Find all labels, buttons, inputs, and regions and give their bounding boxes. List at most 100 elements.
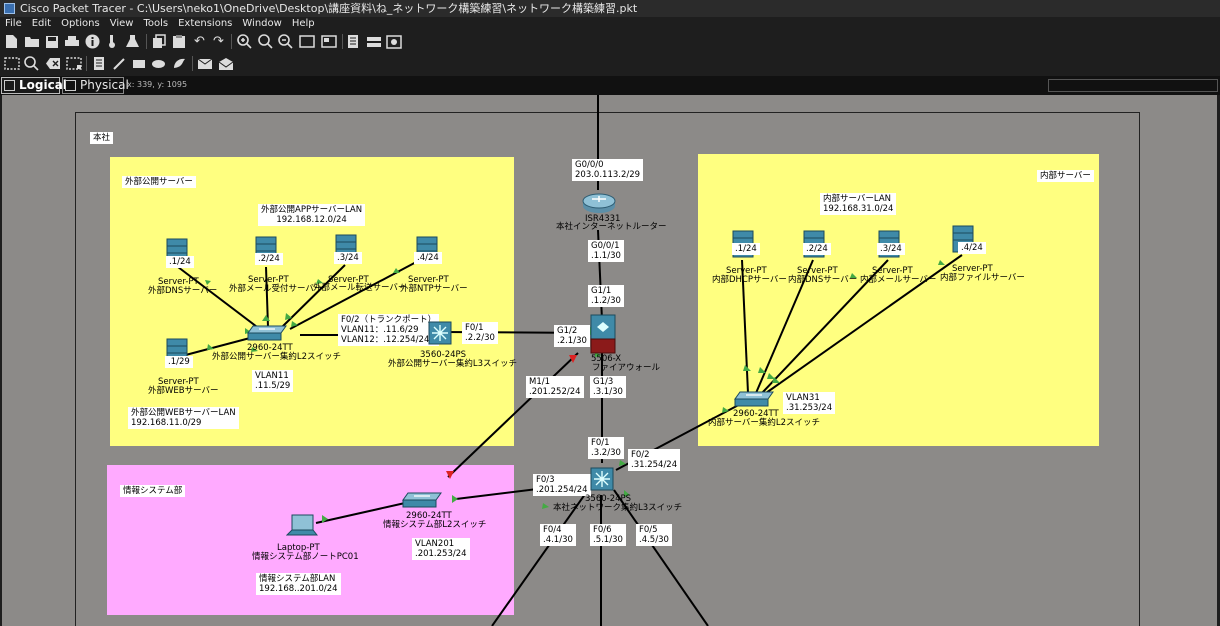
info-icon[interactable] — [84, 33, 101, 50]
router-name: 本社インターネットルーター — [556, 222, 667, 232]
menu-file[interactable]: File — [0, 17, 27, 31]
cursor-coordinates: x: 339, y: 1095 — [127, 80, 188, 89]
drawing-palette-icon[interactable] — [298, 33, 315, 50]
complex-pdu-icon[interactable] — [217, 55, 234, 72]
ext-app-lan-label: 外部公開APPサーバーLAN 192.168.12.0/24 — [258, 204, 366, 226]
logical-icon — [4, 80, 15, 91]
firewall-port-g12: G1/2.2.1/30 — [554, 325, 590, 347]
rectangle-icon[interactable] — [130, 55, 147, 72]
menu-options[interactable]: Options — [56, 17, 105, 31]
zoom-out-icon[interactable] — [277, 33, 294, 50]
new-file-icon[interactable] — [3, 33, 20, 50]
int-l2-vlan: VLAN31.31.253/24 — [783, 392, 836, 414]
logical-workspace[interactable]: 本社 外部公開サーバー 内部サーバー 情報システム部 G0/0/0 203.0.… — [0, 95, 1220, 626]
packet-tracer-icon — [4, 3, 15, 14]
tab-physical-label: Physical — [80, 78, 129, 92]
ext-mail-recv-ip: .2/24 — [255, 253, 283, 265]
menu-tools[interactable]: Tools — [138, 17, 173, 31]
core-port-f02: F0/2.31.254/24 — [628, 449, 681, 471]
menu-bar: File Edit Options View Tools Extensions Window… — [0, 17, 1220, 31]
workspace-mode-bar: Logical Physical x: 339, y: 1095 — [0, 76, 1220, 95]
router-port-g001: G0/0/1.1.1/30 — [588, 240, 624, 262]
custom-device-icon[interactable] — [320, 33, 337, 50]
title-bar: Cisco Packet Tracer - C:\Users\neko1\One… — [0, 0, 1220, 17]
core-port-f03: F0/3.201.254/24 — [533, 474, 591, 496]
ext-mail-fwd-ip: .3/24 — [334, 252, 362, 264]
inspect-icon[interactable] — [23, 55, 40, 72]
ext-dns-name: 外部DNSサーバー — [148, 286, 218, 296]
ext-ntp-name: 外部NTPサーバー — [400, 284, 468, 294]
menu-help[interactable]: Help — [287, 17, 320, 31]
ext-l2-name: 外部公開サーバー集約L2スイッチ — [212, 352, 342, 362]
int-dns-name: 内部DNSサーバー — [788, 275, 858, 285]
physical-icon — [65, 80, 76, 91]
menu-window[interactable]: Window — [237, 17, 286, 31]
open-folder-icon[interactable] — [23, 33, 40, 50]
copy-icon[interactable] — [150, 33, 167, 50]
notes-icon[interactable] — [344, 33, 361, 50]
cluster-external-servers-label: 外部公開サーバー — [122, 176, 196, 188]
firewall-icon[interactable] — [590, 314, 616, 357]
cluster-icon[interactable] — [365, 33, 382, 50]
info-l2-switch-icon[interactable] — [402, 492, 442, 511]
menu-view[interactable]: View — [105, 17, 139, 31]
int-dns-ip: .2/24 — [803, 243, 831, 255]
core-port-f06: F0/6.5.1/30 — [590, 524, 626, 546]
window-title: Cisco Packet Tracer - C:\Users\neko1\One… — [20, 2, 638, 15]
laptop-icon[interactable] — [285, 513, 319, 540]
int-dhcp-ip: .1/24 — [732, 243, 760, 255]
freeform-icon[interactable] — [171, 55, 188, 72]
laptop-name: 情報システム部ノートPC01 — [252, 552, 359, 562]
int-lan-label: 内部サーバーLAN 192.168.31.0/24 — [820, 193, 897, 215]
save-icon[interactable] — [43, 33, 60, 50]
zoom-in-icon[interactable] — [236, 33, 253, 50]
int-l2-switch-icon[interactable] — [734, 391, 774, 410]
tab-physical[interactable]: Physical — [62, 77, 129, 94]
ext-web-name: 外部WEBサーバー — [148, 386, 219, 396]
cluster-info-dept-label: 情報システム部 — [120, 485, 186, 497]
menu-edit[interactable]: Edit — [27, 17, 56, 31]
simple-pdu-icon[interactable] — [196, 55, 213, 72]
ext-web-lan-label: 外部公開WEBサーバーLAN 192.168.11.0/29 — [128, 407, 239, 429]
ext-l3-name: 外部公開サーバー集約L3スイッチ — [388, 359, 518, 369]
edit-toolbar — [0, 53, 1220, 75]
tab-logical[interactable]: Logical — [1, 77, 67, 94]
paste-icon[interactable] — [170, 33, 187, 50]
info-l2-vlan: VLAN201.201.253/24 — [412, 538, 470, 560]
screenshot-icon[interactable] — [385, 33, 402, 50]
core-port-f01: F0/1.3.2/30 — [588, 437, 624, 459]
mode-bar-field — [1048, 79, 1218, 92]
redo-icon[interactable]: ↷ — [210, 33, 227, 50]
undo-icon[interactable]: ↶ — [191, 33, 208, 50]
int-l2-name: 内部サーバー集約L2スイッチ — [708, 418, 821, 428]
ext-l2-switch-icon[interactable] — [247, 325, 287, 344]
cluster-internal-servers-label: 内部サーバー — [1037, 170, 1094, 182]
ext-trunk-label: F0/2（トランクポート） VLAN11：.11.6/29 VLAN12：.12.2… — [338, 314, 440, 346]
ext-l2-vlan: VLAN11.11.5/29 — [252, 370, 294, 392]
ext-l3-switch-icon[interactable] — [428, 321, 452, 348]
print-icon[interactable] — [63, 33, 80, 50]
ext-l3-port: F0/1.2.2/30 — [462, 322, 498, 344]
delete-icon[interactable] — [44, 55, 61, 72]
main-toolbar: ↶ ↷ — [0, 31, 1220, 52]
wizard-icon[interactable] — [104, 33, 121, 50]
core-name: 本社ネットワーク集約L3スイッチ — [553, 503, 683, 513]
ellipse-icon[interactable] — [150, 55, 167, 72]
line-icon[interactable] — [110, 55, 127, 72]
int-dhcp-name: 内部DHCPサーバー — [712, 275, 787, 285]
firewall-port-g11: G1/1.1.2/30 — [588, 285, 624, 307]
menu-extensions[interactable]: Extensions — [173, 17, 237, 31]
int-file-ip: .4/24 — [958, 242, 986, 254]
info-l2-name: 情報システム部L2スイッチ — [383, 520, 487, 530]
tab-logical-label: Logical — [19, 78, 67, 92]
link-firewall-info-l2[interactable] — [447, 352, 579, 478]
resize-icon[interactable] — [65, 55, 82, 72]
ext-web-ip: .1/29 — [165, 356, 193, 368]
info-lan-label: 情報システム部LAN 192.168..201.0/24 — [256, 573, 341, 595]
note-icon[interactable] — [90, 55, 107, 72]
core-l3-switch-icon[interactable] — [590, 467, 614, 494]
ext-mail-fwd-name: 外部メール転送サーバー — [313, 283, 407, 293]
zoom-reset-icon[interactable] — [257, 33, 274, 50]
wizard-flask-icon[interactable] — [124, 33, 141, 50]
select-icon[interactable] — [3, 55, 20, 72]
